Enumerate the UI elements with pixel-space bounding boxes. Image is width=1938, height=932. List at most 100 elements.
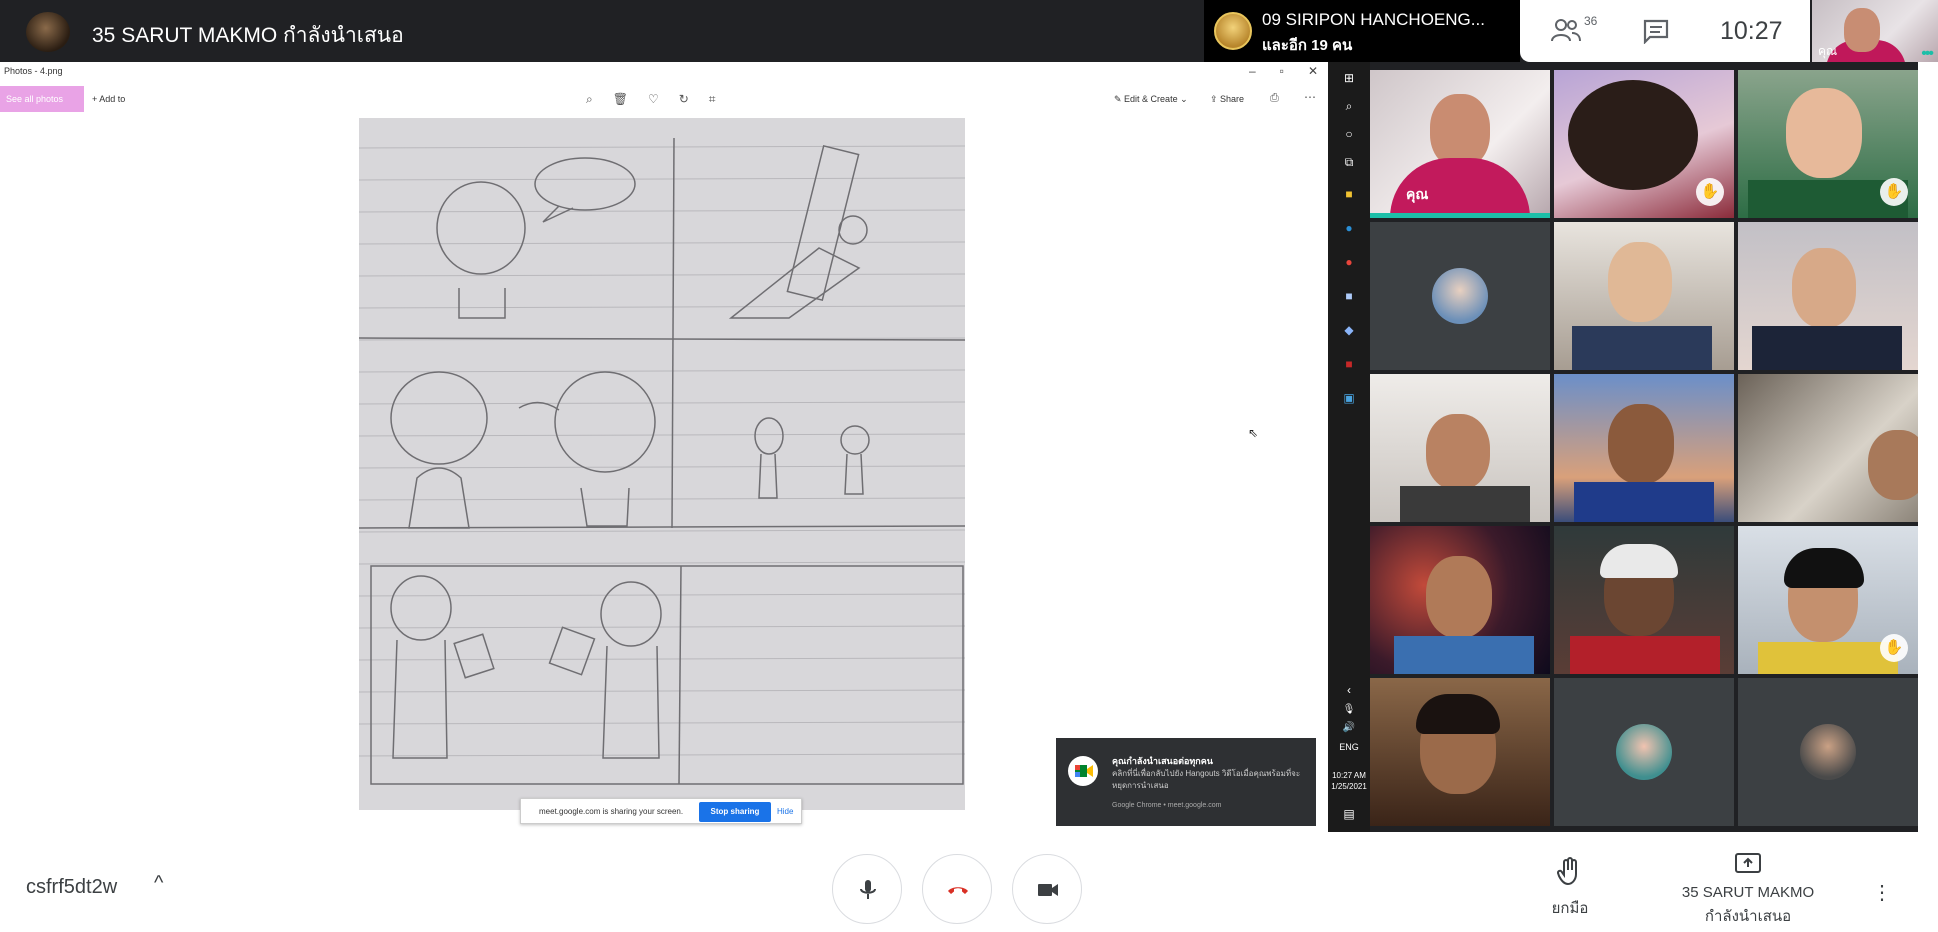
minimize-icon[interactable]: – [1249,64,1256,78]
taskbar-date: 1/25/2021 [1331,782,1367,791]
chrome-icon[interactable]: ● [1340,254,1358,270]
shirt [1394,636,1534,674]
notification-body: คลิกที่นี่เพื่อกลับไปยัง Hangouts วิดีโอ… [1112,769,1301,790]
shirt [1574,482,1714,522]
people-icon[interactable] [1550,16,1582,44]
taskbar-clock[interactable]: 10:27 AM 1/25/2021 [1328,770,1370,792]
tray-chevron-icon[interactable]: ‹ [1340,682,1358,698]
raised-hand-icon: ✋ [1880,178,1908,206]
participant-tile[interactable] [1554,678,1734,826]
participant-tile[interactable]: ✋ [1554,70,1734,218]
add-to-label: Add to [99,94,126,104]
photo-more-icon[interactable]: ⋯ [1304,90,1316,104]
volume-icon[interactable]: 🔊 [1340,720,1358,736]
mic-button[interactable] [832,854,902,924]
mouse-cursor-icon: ⇖ [1248,426,1259,440]
task-view-icon[interactable]: ⧉ [1340,154,1358,170]
hair [1784,548,1864,588]
presenting-title: 35 SARUT MAKMO กำลังนำเสนอ [92,24,404,47]
meet-window: 35 SARUT MAKMO กำลังนำเสนอ 09 SIRIPON HA… [0,0,1938,932]
photo-toolbar: See all photos + Add to ⌕ 🗑 ♡ ↻ ⌗ ✎ Edit… [0,84,1328,114]
face [1426,414,1490,490]
participant-tile[interactable]: ✋ [1738,70,1918,218]
active-speaker-chip[interactable]: 09 SIRIPON HANCHOENG... และอีก 19 คน [1204,0,1520,62]
face [1608,242,1672,322]
participant-tile[interactable] [1370,678,1550,826]
storyboard-sketch-image [358,118,966,810]
print-icon[interactable]: ⎙ [1270,92,1279,105]
presenter-name[interactable]: 35 SARUT MAKMO [1666,884,1830,901]
face [1868,430,1918,500]
presenting-notification[interactable]: คุณกำลังนำเสนอต่อทุกคน คลิกที่นี่เพื่อกล… [1056,738,1316,826]
chevron-up-icon[interactable]: ^ [154,872,163,895]
search-icon[interactable]: ⌕ [1340,98,1358,114]
photos-icon[interactable]: ▣ [1340,390,1358,406]
see-all-photos-button[interactable]: See all photos [0,86,84,112]
rotate-icon[interactable]: ↻ [679,92,689,107]
camera-button[interactable] [1012,854,1082,924]
language-indicator[interactable]: ENG [1330,742,1368,752]
windows-taskbar: ⊞ ⌕ ○ ⧉ ■ ● ● ■ ◆ ■ ▣ ‹ 🎙 🔊 ENG 10:27 AM… [1328,62,1370,832]
taskbar-time: 10:27 AM [1332,771,1366,780]
edit-create-label: Edit & Create [1124,94,1178,104]
speaker-others-count: และอีก 19 คน [1262,37,1353,54]
raise-hand-label: ยกมือ [1551,900,1589,917]
hide-share-bar-button[interactable]: Hide [777,807,793,816]
edge-icon[interactable]: ● [1340,220,1358,236]
raise-hand-button[interactable] [1546,856,1594,891]
raised-hand-icon: ✋ [1696,178,1724,206]
participant-tile-you[interactable]: คุณ [1370,70,1550,218]
share-button[interactable]: ⇪ Share [1210,94,1244,105]
screen-share-bar: meet.google.com is sharing your screen. … [520,798,802,824]
hang-up-button[interactable] [922,854,992,924]
right-edge-panel [1918,62,1938,832]
participant-tile[interactable] [1738,374,1918,522]
notifications-icon[interactable]: ▤ [1340,806,1358,822]
hair [1416,694,1500,734]
audio-indicator-icon: ••• [1921,45,1934,62]
face [1568,80,1698,190]
top-bar: 35 SARUT MAKMO กำลังนำเสนอ 09 SIRIPON HA… [0,0,1938,62]
participant-tile[interactable] [1370,526,1550,674]
speaker-name: 09 SIRIPON HANCHOENG... [1262,10,1485,29]
participant-avatar [1800,724,1856,780]
favorite-icon[interactable]: ♡ [648,92,659,107]
mic-tray-icon[interactable]: 🎙 [1340,702,1358,718]
participant-tile[interactable] [1370,374,1550,522]
more-options-icon[interactable]: ⋮ [1872,880,1892,905]
face [1608,404,1674,484]
steam-icon[interactable]: ◆ [1340,322,1358,338]
chat-icon[interactable] [1642,18,1670,45]
close-icon[interactable]: ✕ [1308,64,1318,78]
participant-tile[interactable]: ✋ [1738,526,1918,674]
participant-tile[interactable] [1738,222,1918,370]
participant-tile[interactable] [1370,222,1550,370]
notification-footer: Google Chrome • meet.google.com [1112,802,1222,809]
stop-sharing-button[interactable]: Stop sharing [699,802,771,822]
participant-avatar [1616,724,1672,780]
windows-start-icon[interactable]: ⊞ [1340,70,1358,86]
participant-tile[interactable] [1554,526,1734,674]
dota-icon[interactable]: ■ [1340,356,1358,372]
crop-icon[interactable]: ⌗ [709,92,716,107]
file-explorer-icon[interactable]: ■ [1340,186,1358,202]
hangup-icon [948,887,968,894]
zoom-icon[interactable]: ⌕ [586,92,593,107]
delete-icon[interactable]: 🗑 [613,92,628,107]
present-screen-icon[interactable] [1734,852,1762,881]
self-view-thumbnail[interactable]: คุณ ••• [1812,0,1938,62]
participant-tile[interactable] [1554,222,1734,370]
participant-tile[interactable] [1738,678,1918,826]
participant-grid: คุณ ✋ ✋ ✋ [1370,62,1918,832]
maximize-icon[interactable]: ▫ [1280,64,1284,78]
meeting-code[interactable]: csfrf5dt2w [26,876,117,899]
add-to-button[interactable]: + Add to [92,94,125,104]
active-speaker-bar [1370,213,1550,218]
participant-tile[interactable] [1554,374,1734,522]
cortana-icon[interactable]: ○ [1340,126,1358,142]
shirt [1758,642,1898,674]
edit-create-button[interactable]: ✎ Edit & Create ⌄ [1114,94,1188,105]
chrome-profile-icon[interactable]: ■ [1340,288,1358,304]
window-controls: – ▫ ✕ [1249,64,1318,78]
raised-hand-icon: ✋ [1880,634,1908,662]
